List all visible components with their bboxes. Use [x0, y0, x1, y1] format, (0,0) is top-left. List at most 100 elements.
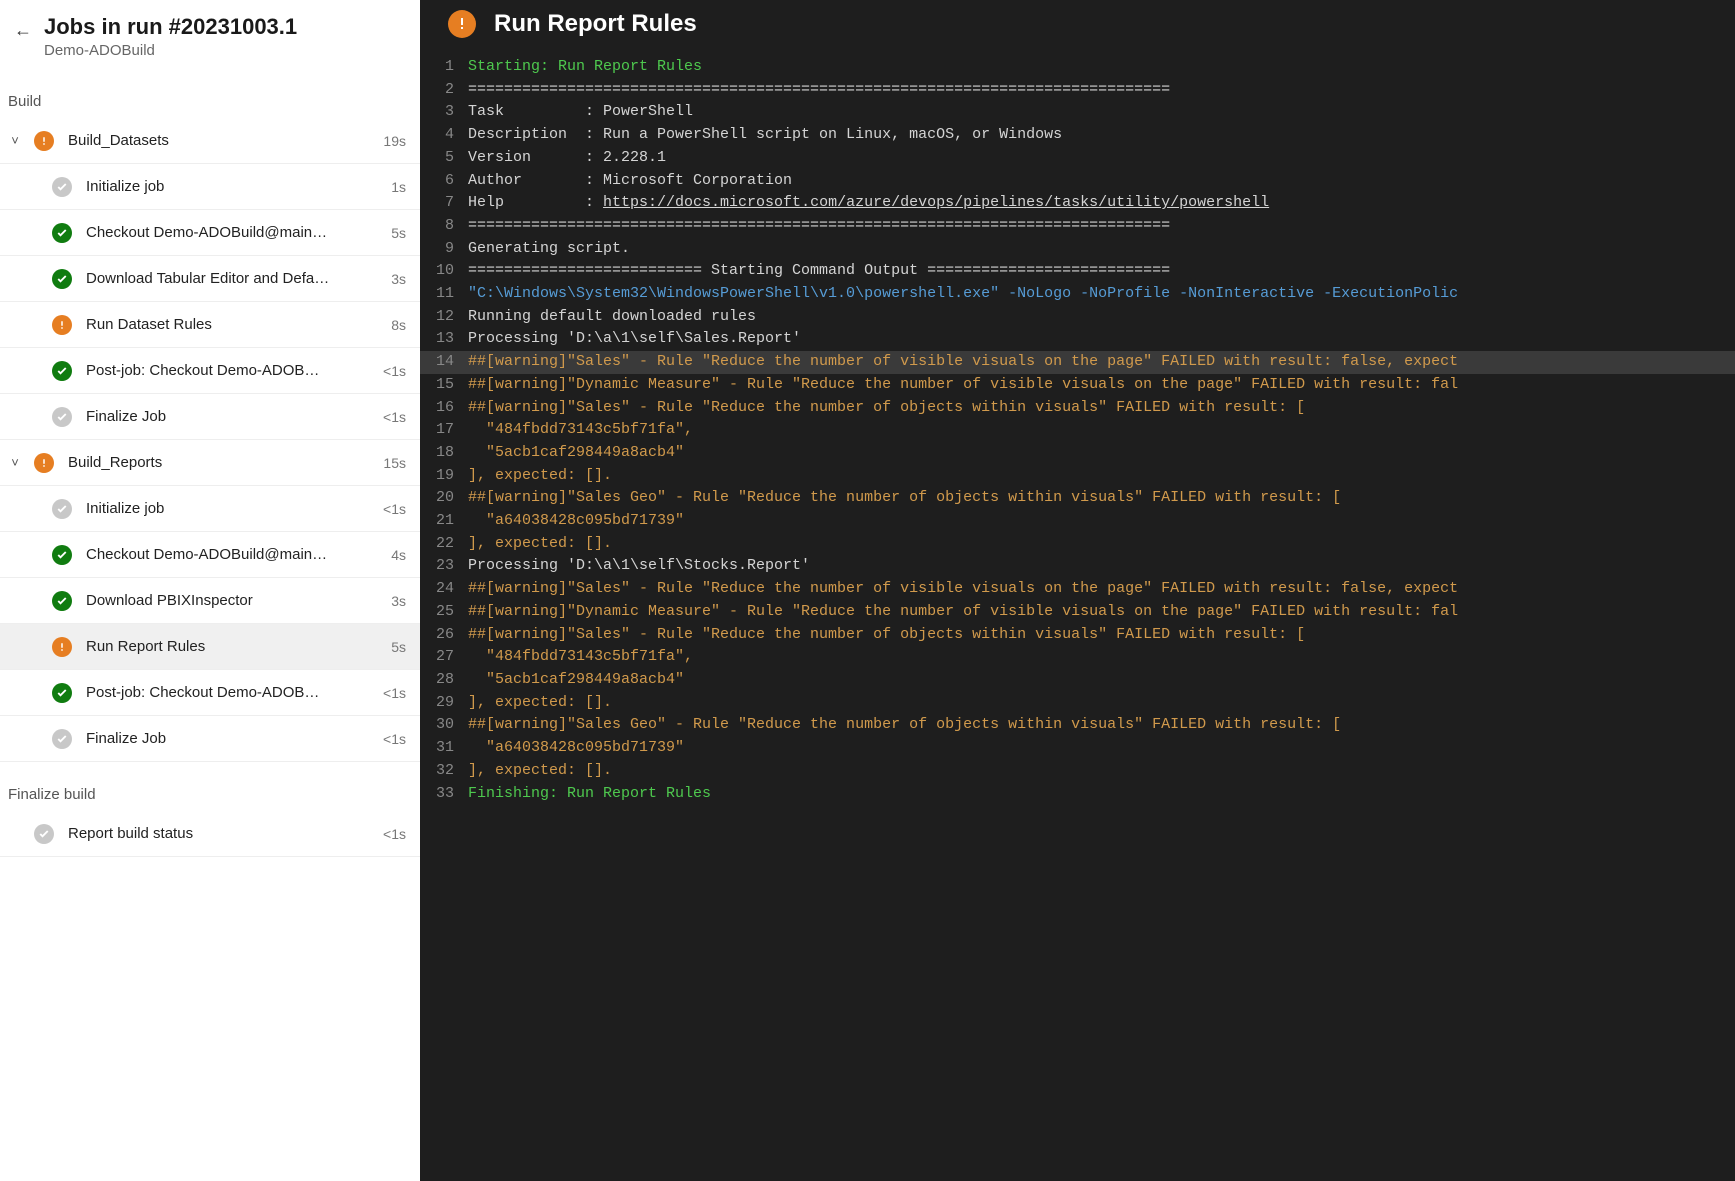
check-icon: [52, 729, 72, 749]
step-checkout[interactable]: Checkout Demo-ADOBuild@main… 5s: [0, 210, 420, 256]
log-line[interactable]: 22], expected: [].: [420, 533, 1735, 556]
log-line[interactable]: 4Description : Run a PowerShell script o…: [420, 124, 1735, 147]
log-line[interactable]: 13Processing 'D:\a\1\self\Sales.Report': [420, 328, 1735, 351]
log-line[interactable]: 9Generating script.: [420, 238, 1735, 261]
page-title: Jobs in run #20231003.1: [44, 14, 297, 40]
log-line-text: "484fbdd73143c5bf71fa",: [468, 419, 1735, 442]
log-line-text: Version : 2.228.1: [468, 147, 1735, 170]
log-line[interactable]: 17 "484fbdd73143c5bf71fa",: [420, 419, 1735, 442]
step-duration: 3s: [391, 271, 406, 287]
log-line[interactable]: 10========================== Starting Co…: [420, 260, 1735, 283]
log-line-number: 2: [420, 79, 468, 102]
step-checkout[interactable]: Checkout Demo-ADOBuild@main… 4s: [0, 532, 420, 578]
log-line[interactable]: 16##[warning]"Sales" - Rule "Reduce the …: [420, 397, 1735, 420]
log-header: Run Report Rules: [420, 0, 1735, 56]
step-duration: 4s: [391, 547, 406, 563]
log-line[interactable]: 25##[warning]"Dynamic Measure" - Rule "R…: [420, 601, 1735, 624]
log-line[interactable]: 30##[warning]"Sales Geo" - Rule "Reduce …: [420, 714, 1735, 737]
job-build-reports[interactable]: ˅ Build_Reports 15s: [0, 440, 420, 486]
chevron-down-icon[interactable]: ˅: [6, 133, 24, 148]
log-line[interactable]: 28 "5acb1caf298449a8acb4": [420, 669, 1735, 692]
log-line[interactable]: 3Task : PowerShell: [420, 101, 1735, 124]
log-line[interactable]: 15##[warning]"Dynamic Measure" - Rule "R…: [420, 374, 1735, 397]
log-line-text: Processing 'D:\a\1\self\Stocks.Report': [468, 555, 1735, 578]
log-line[interactable]: 7Help : https://docs.microsoft.com/azure…: [420, 192, 1735, 215]
log-line[interactable]: 1Starting: Run Report Rules: [420, 56, 1735, 79]
section-build-label: Build: [0, 69, 420, 118]
log-line[interactable]: 21 "a64038428c095bd71739": [420, 510, 1735, 533]
job-duration: 15s: [383, 455, 406, 471]
back-icon[interactable]: ←: [14, 20, 32, 41]
log-line-number: 12: [420, 306, 468, 329]
log-line[interactable]: 5Version : 2.228.1: [420, 147, 1735, 170]
jobs-sidebar: ← Jobs in run #20231003.1 Demo-ADOBuild …: [0, 0, 420, 1181]
log-line[interactable]: 11"C:\Windows\System32\WindowsPowerShell…: [420, 283, 1735, 306]
step-label: Checkout Demo-ADOBuild@main…: [86, 224, 391, 241]
log-line[interactable]: 2=======================================…: [420, 79, 1735, 102]
log-line[interactable]: 12Running default downloaded rules: [420, 306, 1735, 329]
log-line-text: Task : PowerShell: [468, 101, 1735, 124]
job-duration: 19s: [383, 133, 406, 149]
log-line-text: ], expected: [].: [468, 533, 1735, 556]
log-line-text: ========================================…: [468, 79, 1735, 102]
log-line-number: 27: [420, 646, 468, 669]
chevron-down-icon[interactable]: ˅: [6, 455, 24, 470]
step-finalize-job[interactable]: Finalize Job <1s: [0, 716, 420, 762]
log-line-text: ========================== Starting Comm…: [468, 260, 1735, 283]
log-line-text: Generating script.: [468, 238, 1735, 261]
log-line[interactable]: 8=======================================…: [420, 215, 1735, 238]
step-initialize-job[interactable]: Initialize job <1s: [0, 486, 420, 532]
step-post-job-checkout[interactable]: Post-job: Checkout Demo-ADOB… <1s: [0, 348, 420, 394]
log-line-text: Help : https://docs.microsoft.com/azure/…: [468, 192, 1735, 215]
step-label: Download Tabular Editor and Defa…: [86, 270, 391, 287]
log-line[interactable]: 31 "a64038428c095bd71739": [420, 737, 1735, 760]
log-line-text: ##[warning]"Sales Geo" - Rule "Reduce th…: [468, 487, 1735, 510]
log-line-number: 32: [420, 760, 468, 783]
step-download-tabular-editor[interactable]: Download Tabular Editor and Defa… 3s: [0, 256, 420, 302]
log-line[interactable]: 6Author : Microsoft Corporation: [420, 170, 1735, 193]
log-output[interactable]: 1Starting: Run Report Rules2============…: [420, 56, 1735, 1181]
step-finalize-job[interactable]: Finalize Job <1s: [0, 394, 420, 440]
step-duration: <1s: [383, 826, 406, 842]
log-line-text: ], expected: [].: [468, 692, 1735, 715]
log-line[interactable]: 29], expected: [].: [420, 692, 1735, 715]
log-line-text: ##[warning]"Dynamic Measure" - Rule "Red…: [468, 374, 1735, 397]
log-line-number: 6: [420, 170, 468, 193]
log-line-text: ], expected: [].: [468, 465, 1735, 488]
log-line-number: 23: [420, 555, 468, 578]
log-line-text: Author : Microsoft Corporation: [468, 170, 1735, 193]
check-icon: [52, 591, 72, 611]
log-line-text: ##[warning]"Sales" - Rule "Reduce the nu…: [468, 578, 1735, 601]
log-line[interactable]: 26##[warning]"Sales" - Rule "Reduce the …: [420, 624, 1735, 647]
log-line-number: 11: [420, 283, 468, 306]
log-line-text: ##[warning]"Dynamic Measure" - Rule "Red…: [468, 601, 1735, 624]
warning-icon: [448, 10, 476, 38]
log-line-text: Starting: Run Report Rules: [468, 56, 1735, 79]
step-run-report-rules[interactable]: Run Report Rules 5s: [0, 624, 420, 670]
step-post-job-checkout[interactable]: Post-job: Checkout Demo-ADOB… <1s: [0, 670, 420, 716]
step-initialize-job[interactable]: Initialize job 1s: [0, 164, 420, 210]
log-line-number: 18: [420, 442, 468, 465]
log-line-text: "C:\Windows\System32\WindowsPowerShell\v…: [468, 283, 1735, 306]
step-label: Run Report Rules: [86, 638, 391, 655]
step-label: Finalize Job: [86, 730, 383, 747]
log-line[interactable]: 32], expected: [].: [420, 760, 1735, 783]
log-line-number: 19: [420, 465, 468, 488]
log-line[interactable]: 23Processing 'D:\a\1\self\Stocks.Report': [420, 555, 1735, 578]
log-line[interactable]: 24##[warning]"Sales" - Rule "Reduce the …: [420, 578, 1735, 601]
log-line[interactable]: 19], expected: [].: [420, 465, 1735, 488]
job-build-datasets[interactable]: ˅ Build_Datasets 19s: [0, 118, 420, 164]
log-line[interactable]: 33Finishing: Run Report Rules: [420, 783, 1735, 806]
log-line[interactable]: 20##[warning]"Sales Geo" - Rule "Reduce …: [420, 487, 1735, 510]
log-line-number: 30: [420, 714, 468, 737]
log-line[interactable]: 14##[warning]"Sales" - Rule "Reduce the …: [420, 351, 1735, 374]
log-line[interactable]: 27 "484fbdd73143c5bf71fa",: [420, 646, 1735, 669]
step-run-dataset-rules[interactable]: Run Dataset Rules 8s: [0, 302, 420, 348]
step-report-build-status[interactable]: Report build status <1s: [0, 811, 420, 857]
step-duration: 3s: [391, 593, 406, 609]
step-download-pbixinspector[interactable]: Download PBIXInspector 3s: [0, 578, 420, 624]
warning-icon: [52, 637, 72, 657]
step-label: Run Dataset Rules: [86, 316, 391, 333]
log-line[interactable]: 18 "5acb1caf298449a8acb4": [420, 442, 1735, 465]
job-label: Build_Reports: [68, 454, 383, 471]
